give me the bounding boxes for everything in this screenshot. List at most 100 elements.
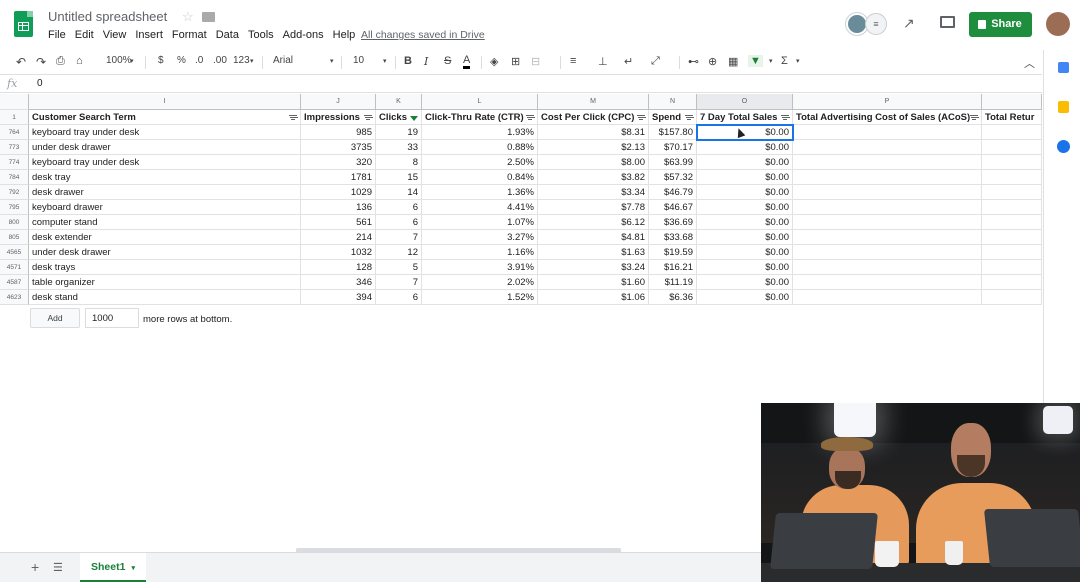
filter-icon[interactable] <box>526 115 534 120</box>
row-number[interactable]: 1 <box>0 110 29 125</box>
menu-tools[interactable]: Tools <box>248 29 274 41</box>
table-cell[interactable]: $6.12 <box>538 215 649 230</box>
column-header[interactable]: K <box>376 94 422 110</box>
table-cell[interactable] <box>982 215 1042 230</box>
table-cell[interactable]: $1.63 <box>538 245 649 260</box>
table-cell[interactable]: $0.00 <box>697 290 793 305</box>
rows-count-input[interactable]: 1000 <box>85 308 139 328</box>
table-cell[interactable]: $19.59 <box>649 245 697 260</box>
align-vertical-icon[interactable]: ⊥ <box>598 55 608 68</box>
table-cell[interactable]: $3.24 <box>538 260 649 275</box>
table-cell[interactable] <box>793 200 982 215</box>
zoom-select[interactable]: 100% <box>106 55 132 66</box>
formula-bar[interactable]: fx 0 <box>0 74 1042 93</box>
table-cell[interactable]: $33.68 <box>649 230 697 245</box>
fill-color-icon[interactable]: ◈ <box>490 55 498 68</box>
table-cell[interactable]: 1032 <box>301 245 376 260</box>
table-cell[interactable] <box>982 260 1042 275</box>
table-cell[interactable] <box>982 155 1042 170</box>
table-cell[interactable]: $0.00 <box>697 155 793 170</box>
currency-button[interactable]: $ <box>158 55 164 66</box>
table-cell[interactable]: keyboard drawer <box>29 200 301 215</box>
table-cell[interactable]: $70.17 <box>649 140 697 155</box>
menu-view[interactable]: View <box>103 29 127 41</box>
formula-input[interactable]: 0 <box>37 78 43 89</box>
table-cell[interactable]: 1.07% <box>422 215 538 230</box>
table-cell[interactable] <box>982 185 1042 200</box>
font-dropdown-icon[interactable]: ▾ <box>330 57 334 65</box>
table-cell[interactable]: $0.00 <box>697 140 793 155</box>
comments-icon[interactable] <box>940 16 955 28</box>
table-cell[interactable]: 7 <box>376 230 422 245</box>
table-cell[interactable]: $0.00 <box>697 260 793 275</box>
table-cell[interactable]: desk drawer <box>29 185 301 200</box>
table-cell[interactable]: $46.67 <box>649 200 697 215</box>
filter-icon[interactable] <box>364 115 372 120</box>
table-cell[interactable] <box>793 155 982 170</box>
collaborators-more[interactable]: ≡ <box>865 13 887 35</box>
table-cell[interactable] <box>982 275 1042 290</box>
table-cell[interactable] <box>793 275 982 290</box>
table-cell[interactable]: 6 <box>376 215 422 230</box>
table-cell[interactable]: $8.00 <box>538 155 649 170</box>
table-cell[interactable]: 15 <box>376 170 422 185</box>
menu-addons[interactable]: Add-ons <box>283 29 324 41</box>
collapse-toolbar-icon[interactable]: ︿ <box>1024 55 1035 71</box>
table-cell[interactable]: $3.82 <box>538 170 649 185</box>
table-cell[interactable]: 6 <box>376 290 422 305</box>
sheet-tab-dropdown-icon[interactable]: ▾ <box>131 565 135 572</box>
text-color-button[interactable]: A <box>463 55 471 69</box>
text-rotation-icon[interactable]: ⤢ <box>651 55 660 68</box>
row-number[interactable]: 800 <box>0 215 29 230</box>
table-cell[interactable]: $4.81 <box>538 230 649 245</box>
star-icon[interactable]: ☆ <box>182 9 194 25</box>
table-cell[interactable]: $11.19 <box>649 275 697 290</box>
borders-icon[interactable]: ⊞ <box>511 55 520 68</box>
document-title[interactable]: Untitled spreadsheet <box>48 9 167 24</box>
table-cell[interactable] <box>793 245 982 260</box>
table-cell[interactable]: 3.27% <box>422 230 538 245</box>
table-cell[interactable]: 1.36% <box>422 185 538 200</box>
row-number[interactable]: 764 <box>0 125 29 140</box>
header-cell[interactable]: Click-Thru Rate (CTR) <box>422 110 538 125</box>
row-number[interactable]: 795 <box>0 200 29 215</box>
select-all-corner[interactable] <box>0 94 29 110</box>
table-cell[interactable]: 14 <box>376 185 422 200</box>
table-cell[interactable]: 561 <box>301 215 376 230</box>
table-cell[interactable]: $0.00 <box>697 275 793 290</box>
table-cell[interactable] <box>793 260 982 275</box>
table-cell[interactable] <box>982 200 1042 215</box>
save-status-link[interactable]: All changes saved in Drive <box>361 29 485 41</box>
table-cell[interactable]: 346 <box>301 275 376 290</box>
table-cell[interactable]: $63.99 <box>649 155 697 170</box>
table-cell[interactable]: under desk drawer <box>29 245 301 260</box>
table-cell[interactable]: $8.31 <box>538 125 649 140</box>
table-cell[interactable]: 394 <box>301 290 376 305</box>
table-cell[interactable]: 8 <box>376 155 422 170</box>
table-cell[interactable] <box>793 125 982 140</box>
row-number[interactable]: 774 <box>0 155 29 170</box>
header-cell[interactable]: Impressions <box>301 110 376 125</box>
table-cell[interactable] <box>982 170 1042 185</box>
row-number[interactable]: 4623 <box>0 290 29 305</box>
table-cell[interactable]: $0.00 <box>697 170 793 185</box>
table-cell[interactable]: under desk drawer <box>29 140 301 155</box>
table-cell[interactable] <box>982 290 1042 305</box>
table-cell[interactable]: $16.21 <box>649 260 697 275</box>
font-size-dropdown-icon[interactable]: ▾ <box>383 57 387 65</box>
active-filter-icon[interactable] <box>410 116 418 121</box>
table-cell[interactable] <box>793 230 982 245</box>
calendar-icon[interactable] <box>1058 62 1069 73</box>
table-cell[interactable]: 2.50% <box>422 155 538 170</box>
menu-file[interactable]: File <box>48 29 66 41</box>
row-number[interactable]: 4587 <box>0 275 29 290</box>
table-cell[interactable] <box>793 215 982 230</box>
font-select[interactable]: Arial <box>273 55 293 66</box>
formats-dropdown-icon[interactable]: ▾ <box>250 57 254 65</box>
filter-icon[interactable] <box>685 115 693 120</box>
menu-data[interactable]: Data <box>216 29 239 41</box>
row-number[interactable]: 4571 <box>0 260 29 275</box>
table-cell[interactable]: $0.00 <box>697 230 793 245</box>
table-cell[interactable]: $36.69 <box>649 215 697 230</box>
table-cell[interactable]: $0.00 <box>697 200 793 215</box>
